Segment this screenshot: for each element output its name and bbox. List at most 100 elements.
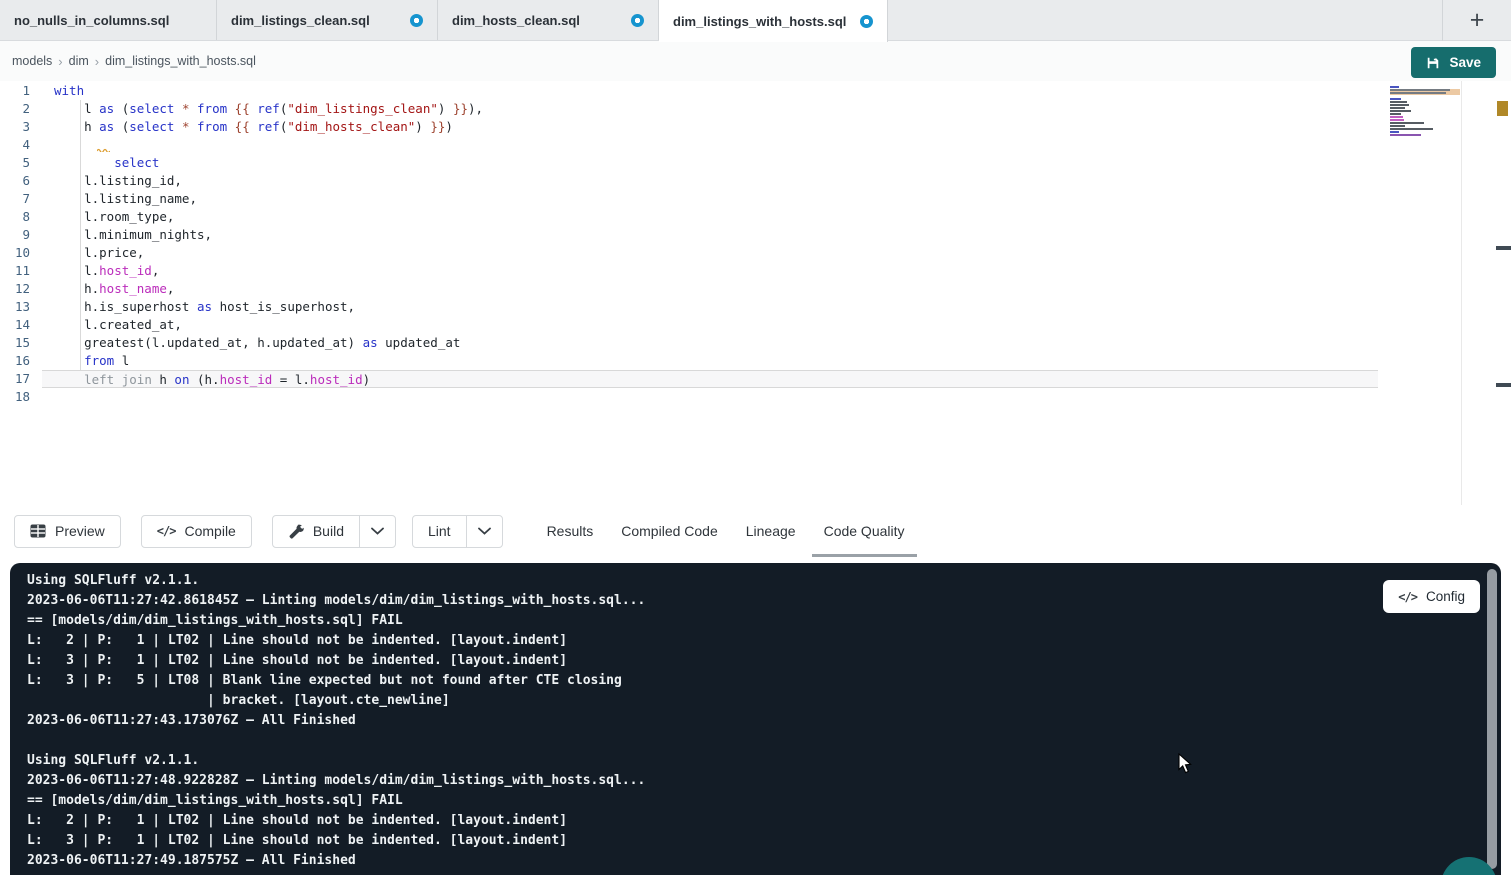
preview-button[interactable]: Preview [14,515,121,548]
code-line[interactable]: with [42,82,1378,100]
code-line[interactable]: l.room_type, [42,208,1378,226]
editor-gutter: 123456789101112131415161718 [0,82,30,406]
terminal-output: Using SQLFluff v2.1.1.2023-06-06T11:27:4… [27,571,1371,871]
code-line[interactable]: l.listing_name, [42,190,1378,208]
editor-divider [1461,81,1462,505]
line-number: 8 [0,208,30,226]
line-number: 3 [0,118,30,136]
breadcrumb-separator: › [89,54,105,69]
breadcrumb-item[interactable]: dim [69,54,89,68]
code-line[interactable]: greatest(l.updated_at, h.updated_at) as … [42,334,1378,352]
breadcrumb-item[interactable]: dim_listings_with_hosts.sql [105,54,256,68]
config-label: Config [1426,589,1465,604]
save-icon [1426,56,1440,70]
code-line[interactable]: l.host_id, [42,262,1378,280]
code-line[interactable]: h as (select * from {{ ref("dim_hosts_cl… [42,118,1378,136]
lint-dropdown-button[interactable] [466,516,502,547]
editor-minimap[interactable] [1390,86,1460,142]
panel-tab-results[interactable]: Results [535,505,606,557]
code-line[interactable]: from l [42,352,1378,370]
build-button[interactable]: Build [273,516,359,547]
new-tab-button[interactable]: + [1442,0,1511,41]
chevron-down-icon [371,527,384,535]
build-label: Build [313,523,344,539]
editor-toolbar: Preview </> Compile Build Lint ResultsCo… [0,505,1511,557]
code-line[interactable] [42,136,1378,154]
terminal-line: Using SQLFluff v2.1.1. [27,571,1371,591]
config-button[interactable]: </> Config [1383,580,1480,613]
panel-tab-lineage[interactable]: Lineage [734,505,808,557]
tab-label: no_nulls_in_columns.sql [14,13,169,28]
terminal-panel: Using SQLFluff v2.1.1.2023-06-06T11:27:4… [10,563,1501,875]
terminal-line: == [models/dim/dim_listings_with_hosts.s… [27,791,1371,811]
code-line[interactable]: h.host_name, [42,280,1378,298]
terminal-line: L: 3 | P: 1 | LT02 | Line should not be … [27,651,1371,671]
mouse-cursor-icon [1178,753,1192,779]
lint-squiggle-icon [97,139,110,157]
terminal-line: L: 2 | P: 1 | LT02 | Line should not be … [27,631,1371,651]
tab-dim_listings_with_hosts.sql[interactable]: dim_listings_with_hosts.sql [659,0,888,42]
lint-split-button: Lint [412,515,503,548]
code-line[interactable]: left join h on (h.host_id = l.host_id) [42,370,1378,388]
tab-dim_listings_clean.sql[interactable]: dim_listings_clean.sql [217,0,438,40]
lint-button[interactable]: Lint [413,516,466,547]
line-number: 7 [0,190,30,208]
code-editor[interactable]: 123456789101112131415161718 with l as (s… [0,81,1511,505]
terminal-scrollbar-thumb[interactable] [1487,569,1497,869]
tab-label: dim_hosts_clean.sql [452,13,580,28]
breadcrumb-bar: models›dim›dim_listings_with_hosts.sql S… [0,41,1511,81]
terminal-line: 2023-06-06T11:27:43.173076Z — All Finish… [27,711,1371,731]
panel-tab-code-quality[interactable]: Code Quality [812,505,917,557]
tab-dim_hosts_clean.sql[interactable]: dim_hosts_clean.sql [438,0,659,40]
code-line[interactable]: l as (select * from {{ ref("dim_listings… [42,100,1378,118]
overview-cursor-marker [1496,246,1511,250]
terminal-line: | bracket. [layout.cte_newline] [27,691,1371,711]
modified-dot-icon [410,14,423,27]
terminal-line: L: 3 | P: 5 | LT08 | Blank line expected… [27,671,1371,691]
chevron-down-icon [478,527,491,535]
editor-code: with l as (select * from {{ ref("dim_lis… [42,82,1378,406]
terminal-line: L: 2 | P: 1 | LT02 | Line should not be … [27,811,1371,831]
save-label: Save [1449,55,1481,70]
tab-no_nulls_in_columns.sql[interactable]: no_nulls_in_columns.sql [0,0,217,40]
terminal-line: == [models/dim/dim_listings_with_hosts.s… [27,611,1371,631]
code-line[interactable]: h.is_superhost as host_is_superhost, [42,298,1378,316]
line-number: 16 [0,352,30,370]
tab-label: dim_listings_with_hosts.sql [673,14,846,29]
build-split-button: Build [272,515,396,548]
code-line[interactable]: l.listing_id, [42,172,1378,190]
line-number: 12 [0,280,30,298]
compile-button[interactable]: </> Compile [141,515,252,548]
line-number: 5 [0,154,30,172]
breadcrumb-separator: › [52,54,68,69]
panel-tab-compiled-code[interactable]: Compiled Code [609,505,730,557]
line-number: 9 [0,226,30,244]
line-number: 4 [0,136,30,154]
plus-icon: + [1470,6,1485,35]
line-number: 13 [0,298,30,316]
breadcrumb-item[interactable]: models [12,54,52,68]
build-dropdown-button[interactable] [359,516,395,547]
code-line[interactable]: l.price, [42,244,1378,262]
panel-tabs: ResultsCompiled CodeLineageCode Quality [535,505,917,557]
save-button[interactable]: Save [1411,47,1496,78]
code-icon: </> [157,524,176,538]
terminal-line [27,731,1371,751]
modified-dot-icon [860,15,873,28]
hammer-icon [288,524,304,539]
code-line[interactable]: l.created_at, [42,316,1378,334]
compile-label: Compile [184,523,235,539]
terminal-line: L: 3 | P: 1 | LT02 | Line should not be … [27,831,1371,851]
code-line[interactable]: select [42,154,1378,172]
terminal-line: 2023-06-06T11:27:42.861845Z — Linting mo… [27,591,1371,611]
line-number: 18 [0,388,30,406]
code-line[interactable]: l.minimum_nights, [42,226,1378,244]
overview-warning-marker [1497,101,1508,116]
line-number: 1 [0,82,30,100]
minimap-lines [1390,86,1460,136]
tab-label: dim_listings_clean.sql [231,13,370,28]
terminal-line: Using SQLFluff v2.1.1. [27,751,1371,771]
terminal-line: 2023-06-06T11:27:49.187575Z — All Finish… [27,851,1371,871]
code-line[interactable] [42,388,1378,406]
lint-label: Lint [428,523,451,539]
